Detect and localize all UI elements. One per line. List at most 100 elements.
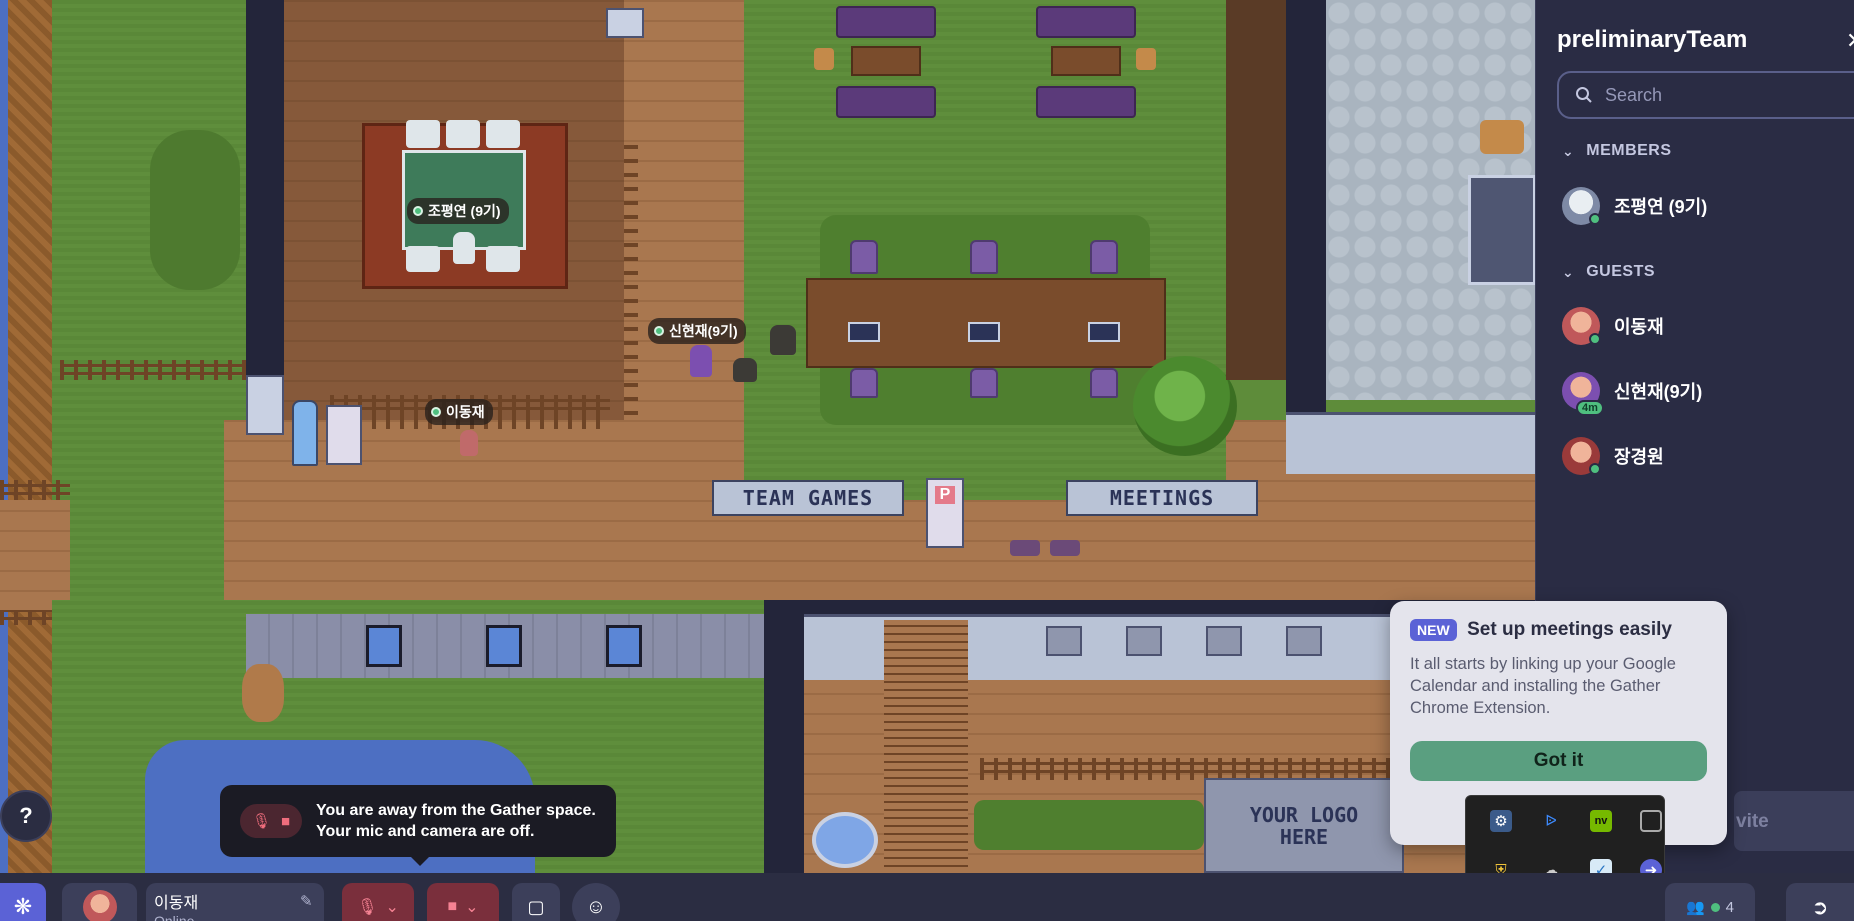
gather-logo-icon: ❋	[13, 894, 33, 919]
got-it-button[interactable]: Got it	[1410, 741, 1707, 781]
mic-off-icon: 🎙	[251, 813, 271, 830]
window	[1206, 626, 1242, 656]
parking-label: P	[934, 486, 956, 504]
search-input[interactable]	[1605, 84, 1805, 106]
water-cooler[interactable]	[292, 400, 318, 466]
fountain	[812, 812, 878, 868]
avatar-jo[interactable]	[453, 232, 475, 264]
member-item[interactable]: 조평연 (9기)	[1562, 187, 1707, 225]
desk-chair[interactable]	[970, 240, 998, 274]
fence	[980, 758, 1400, 780]
avatar	[82, 890, 117, 921]
edit-pencil-icon[interactable]: ✎	[300, 892, 313, 910]
chair	[814, 48, 834, 70]
conference-table	[1468, 175, 1535, 285]
participants-button[interactable]: 👥 4	[1665, 883, 1755, 921]
nvidia-icon[interactable]: nv	[1590, 810, 1612, 832]
chevron-down-icon: ⌄	[1562, 142, 1575, 159]
window	[366, 625, 402, 667]
leave-button[interactable]: ➲	[1786, 883, 1854, 921]
toast-caret	[411, 857, 429, 866]
help-button[interactable]: ?	[0, 790, 52, 842]
mic-toggle-button[interactable]: 🎙 ⌄	[342, 883, 414, 921]
idle-badge: 4m	[1576, 400, 1604, 416]
desk-chair[interactable]	[1090, 368, 1118, 398]
space-title: preliminaryTeam	[1557, 26, 1748, 53]
fence	[0, 480, 70, 500]
monitor	[1088, 322, 1120, 342]
new-badge: NEW	[1410, 619, 1457, 641]
chair	[486, 120, 520, 148]
search-icon	[1576, 87, 1592, 103]
avatar	[1562, 437, 1601, 475]
grass-area	[52, 0, 246, 600]
window	[1046, 626, 1082, 656]
chair	[446, 120, 480, 148]
info-sign[interactable]	[326, 405, 362, 465]
desk-chair[interactable]	[1090, 240, 1118, 274]
people-icon: 👥	[1685, 899, 1705, 916]
nametag-label: 신현재(9기)	[669, 323, 738, 339]
guest-item[interactable]: 4m 신현재(9기)	[1562, 372, 1702, 416]
monitor	[968, 322, 1000, 342]
members-section-toggle[interactable]: ⌄ MEMBERS	[1562, 142, 1672, 160]
rock	[242, 664, 284, 722]
logo-line-2: HERE	[1279, 824, 1329, 849]
chevron-down-icon: ⌄	[385, 899, 399, 916]
window	[1126, 626, 1162, 656]
emoji-icon: ☺	[585, 895, 607, 918]
sofa	[1036, 6, 1136, 38]
sofa	[836, 86, 936, 118]
screen-share-button[interactable]: ▢	[512, 883, 560, 921]
game-map[interactable]: TEAM GAMES MEETINGS P YOUR LOGO HERE 조평연…	[0, 0, 1535, 873]
tree	[1133, 356, 1237, 456]
guests-heading: GUESTS	[1586, 263, 1656, 280]
user-status-button[interactable]: 이동재 Online	[146, 883, 324, 921]
go-kart	[1050, 540, 1080, 556]
avatar-lee[interactable]	[460, 430, 478, 456]
pet	[733, 358, 757, 382]
away-line-2: Your mic and camera are off.	[316, 823, 535, 840]
guests-section-toggle[interactable]: ⌄ GUESTS	[1562, 263, 1655, 281]
parking-sign: P	[926, 478, 964, 548]
guest-item[interactable]: 이동재	[1562, 307, 1664, 345]
chair	[406, 246, 440, 272]
wall	[764, 614, 804, 873]
meetings-sign: MEETINGS	[1066, 480, 1258, 516]
mic-off-icon: 🎙	[357, 899, 378, 916]
invite-button[interactable]: vite	[1734, 791, 1854, 851]
gather-menu-button[interactable]: ❋	[0, 883, 46, 921]
monitor	[848, 322, 880, 342]
participants-count: 4	[1725, 898, 1735, 916]
avatar-button[interactable]	[62, 883, 137, 921]
camera-toggle-button[interactable]: ■ ⌄	[427, 883, 499, 921]
logo-placeholder: YOUR LOGO HERE	[1204, 778, 1404, 873]
away-message: You are away from the Gather space. Your…	[316, 800, 596, 842]
hedge	[974, 800, 1204, 850]
nametag-label: 이동재	[446, 404, 485, 420]
camera-off-icon: ■	[447, 898, 458, 915]
member-name: 조평연 (9기)	[1614, 197, 1708, 217]
online-dot	[1589, 333, 1601, 345]
wall	[246, 0, 284, 375]
desk-chair[interactable]	[850, 368, 878, 398]
online-dot	[1589, 213, 1601, 225]
display-icon[interactable]	[1640, 810, 1662, 832]
popover-title: Set up meetings easily	[1467, 619, 1672, 640]
guest-name: 이동재	[1614, 317, 1664, 337]
camera-off-icon: ■	[280, 812, 291, 830]
popover-body: It all starts by linking up your Google …	[1410, 655, 1676, 717]
screen-share-icon: ▢	[527, 896, 545, 917]
close-icon[interactable]: ✕	[1846, 28, 1854, 54]
bluetooth-icon[interactable]: ᐉ	[1540, 810, 1562, 832]
settings-icon[interactable]: ⚙	[1490, 810, 1512, 832]
avatar-shin[interactable]	[690, 345, 712, 377]
desk-chair[interactable]	[970, 368, 998, 398]
guest-item[interactable]: 장경원	[1562, 437, 1664, 475]
desk-chair[interactable]	[850, 240, 878, 274]
search-field[interactable]	[1557, 71, 1854, 119]
emote-button[interactable]: ☺	[572, 883, 620, 921]
exit-door-icon: ➲	[1811, 896, 1829, 919]
guest-name: 장경원	[1614, 447, 1664, 467]
coffee-table	[1051, 46, 1121, 76]
